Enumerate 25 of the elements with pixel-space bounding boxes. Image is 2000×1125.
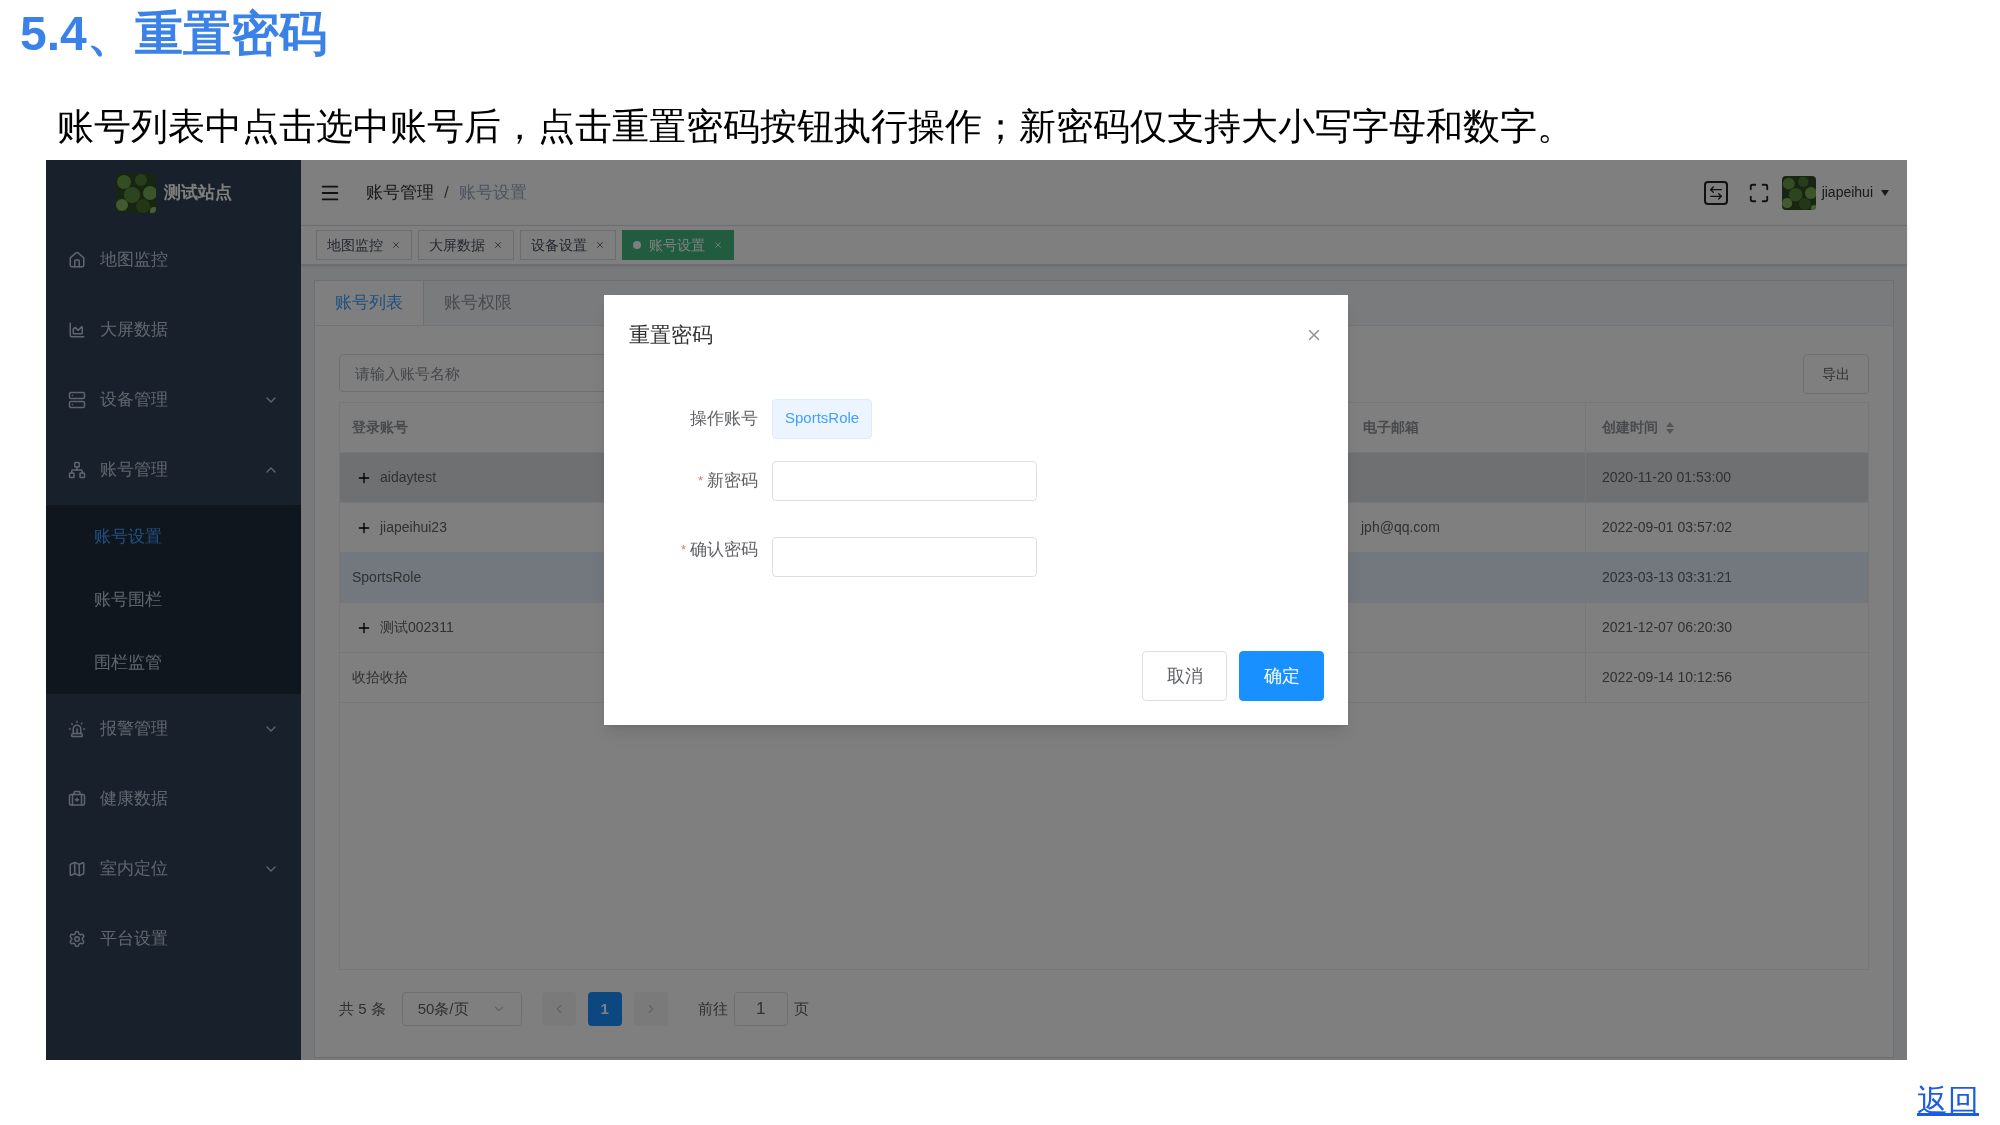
table-cell-text: 2022-09-01 03:57:02 bbox=[1602, 518, 1732, 537]
site-name: 测试站点 bbox=[163, 181, 232, 204]
required-mark: * bbox=[680, 540, 686, 559]
table-cell-text: jiapeihui23 bbox=[380, 518, 447, 537]
table-cell-text: 测试002311 bbox=[380, 618, 454, 637]
table-cell-text: jph@qq.com bbox=[1361, 518, 1440, 537]
goto-suffix: 页 bbox=[793, 998, 809, 1019]
table-cell-text: 2020-11-20 01:53:00 bbox=[1602, 468, 1731, 487]
table-cell-text: aidaytest bbox=[380, 468, 437, 487]
field-label: 确认密码 bbox=[690, 538, 758, 561]
goto-label: 前往 bbox=[697, 998, 728, 1019]
table-cell-text: 2022-09-14 10:12:56 bbox=[1602, 668, 1732, 687]
field-label: 操作账号 bbox=[690, 407, 758, 430]
field-label: 新密码 bbox=[707, 469, 758, 492]
account-tag: SportsRole bbox=[772, 398, 873, 439]
table-cell-text: 2023-03-13 03:31:21 bbox=[1602, 568, 1732, 587]
table-cell-text: 2021-12-07 06:20:30 bbox=[1602, 618, 1732, 637]
total-count: 共 5 条 bbox=[339, 998, 386, 1019]
table-cell-text: 收拾收拾 bbox=[352, 668, 408, 687]
required-mark: * bbox=[697, 471, 703, 490]
breadcrumb-separator: / bbox=[444, 181, 449, 204]
dialog-title: 重置密码 bbox=[629, 322, 713, 348]
intro-text: 账号列表中点击选中账号后，点击重置密码按钮执行操作；新密码仅支持大小写字母和数字。 bbox=[57, 105, 1574, 149]
section-heading: 5.4、重置密码 bbox=[20, 6, 327, 62]
table-cell-text: SportsRole bbox=[352, 568, 422, 587]
